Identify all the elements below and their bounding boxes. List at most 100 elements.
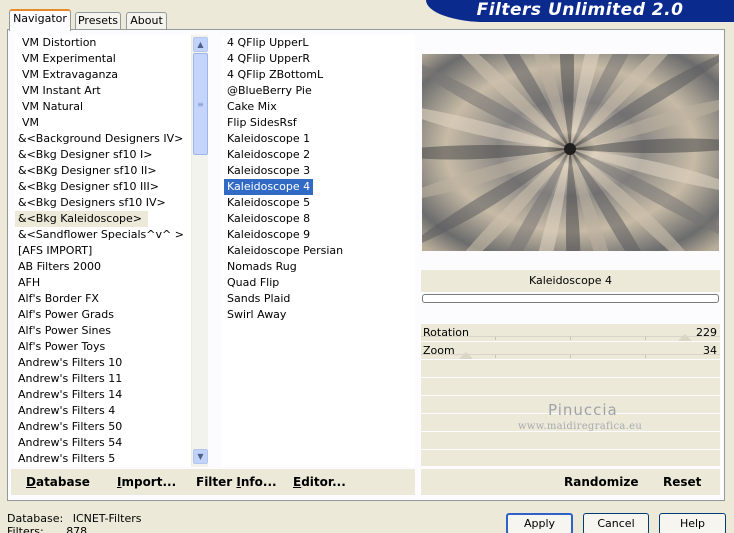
param-slot-empty — [421, 450, 720, 466]
category-item[interactable]: Alf's Power Toys — [15, 339, 191, 355]
filter-info-button[interactable]: Filter Info... — [196, 469, 277, 495]
category-item[interactable]: &<Bkg Designer sf10 I> — [15, 147, 191, 163]
category-item[interactable]: AFH — [15, 275, 191, 291]
filter-row: 4 QFlip UpperL — [224, 35, 415, 51]
category-item[interactable]: Andrew's Filters 11 — [15, 371, 191, 387]
category-row: &<Sandflower Specials^v^ > — [15, 227, 191, 243]
category-item[interactable]: &<Background Designers IV> — [15, 131, 191, 147]
filter-list[interactable]: 4 QFlip UpperL 4 QFlip UpperR 4 QFlip ZBot… — [222, 35, 415, 467]
category-item[interactable]: Andrew's Filters 10 — [15, 355, 191, 371]
tab-navigator[interactable]: Navigator — [9, 9, 71, 31]
category-row: &<Bkg Kaleidoscope> — [15, 211, 191, 227]
category-item[interactable]: Andrew's Filters 5 — [15, 451, 191, 467]
category-row: Alf's Power Toys — [15, 339, 191, 355]
filter-row: Kaleidoscope 3 — [224, 163, 415, 179]
filter-row: Swirl Away — [224, 307, 415, 323]
filter-item[interactable]: 4 QFlip UpperL — [224, 35, 415, 51]
scroll-thumb[interactable]: ≡ — [193, 53, 208, 155]
randomize-button[interactable]: Randomize — [564, 469, 638, 495]
category-item[interactable]: VM Extravaganza — [15, 67, 191, 83]
category-item[interactable]: VM Distortion — [15, 35, 191, 51]
category-item[interactable]: Andrew's Filters 54 — [15, 435, 191, 451]
category-item[interactable]: &<Bkg Designers sf10 IV> — [15, 195, 191, 211]
filter-item[interactable]: Nomads Rug — [224, 259, 415, 275]
category-row: &<Bkg Designer sf10 I> — [15, 147, 191, 163]
category-item[interactable]: &<Bkg Kaleidoscope> — [15, 211, 149, 227]
category-item[interactable]: Andrew's Filters 50 — [15, 419, 191, 435]
filter-items: 4 QFlip UpperL 4 QFlip UpperR 4 QFlip ZBot… — [222, 35, 415, 323]
category-item[interactable]: VM Experimental — [15, 51, 191, 67]
rotation-value: 229 — [696, 326, 717, 339]
app-title-banner: Filters Unlimited 2.0 — [426, 0, 734, 22]
category-scrollbar[interactable]: ▲ ≡ ▼ — [191, 35, 208, 467]
database-mnemonic: D — [26, 475, 36, 489]
category-row: AB Filters 2000 — [15, 259, 191, 275]
filter-item[interactable]: Quad Flip — [224, 275, 415, 291]
help-button[interactable]: Help — [659, 513, 726, 533]
category-item[interactable]: AB Filters 2000 — [15, 259, 191, 275]
category-item[interactable]: VM Natural — [15, 99, 191, 115]
category-item[interactable]: Andrew's Filters 4 — [15, 403, 191, 419]
category-item[interactable]: Alf's Power Sines — [15, 323, 191, 339]
import-button[interactable]: Import... — [117, 469, 176, 495]
filter-item[interactable]: Kaleidoscope 4 — [224, 179, 314, 195]
tick — [645, 337, 646, 340]
param-zoom[interactable]: Zoom 34 — [421, 342, 720, 359]
filter-item[interactable]: Kaleidoscope 8 — [224, 211, 415, 227]
filter-item[interactable]: Flip SidesRsf — [224, 115, 415, 131]
category-list[interactable]: VM Distortion VM Experimental VM Extravaga… — [15, 35, 191, 467]
category-row: VM Natural — [15, 99, 191, 115]
filter-item[interactable]: @BlueBerry Pie — [224, 83, 415, 99]
list-toolbar: Database Import... Filter Info... Editor… — [11, 469, 415, 495]
scroll-up-button[interactable]: ▲ — [193, 37, 208, 52]
filter-item[interactable]: Sands Plaid — [224, 291, 415, 307]
category-row: &<Bkg Designer sf10 III> — [15, 179, 191, 195]
filter-item[interactable]: Kaleidoscope 5 — [224, 195, 415, 211]
rotation-slider-thumb[interactable] — [678, 334, 692, 341]
category-row: Alf's Power Sines — [15, 323, 191, 339]
category-row: Andrew's Filters 14 — [15, 387, 191, 403]
filter-item[interactable]: Kaleidoscope 9 — [224, 227, 415, 243]
filters-status-value: 878 — [66, 525, 88, 533]
reset-button[interactable]: Reset — [663, 469, 701, 495]
scroll-down-button[interactable]: ▼ — [193, 449, 208, 464]
cancel-button[interactable]: Cancel — [583, 513, 649, 533]
import-label: mport... — [121, 475, 177, 489]
filter-item[interactable]: 4 QFlip ZBottomL — [224, 67, 415, 83]
category-row: &<BKg Designer sf10 II> — [15, 163, 191, 179]
filter-item[interactable]: 4 QFlip UpperR — [224, 51, 415, 67]
category-item[interactable]: VM Instant Art — [15, 83, 191, 99]
filter-item[interactable]: Kaleidoscope Persian — [224, 243, 415, 259]
category-row: Andrew's Filters 10 — [15, 355, 191, 371]
watermark-url: www.maidiregrafica.eu — [518, 421, 643, 432]
tick — [570, 337, 571, 340]
category-row: Andrew's Filters 54 — [15, 435, 191, 451]
category-item[interactable]: &<Sandflower Specials^v^ > — [15, 227, 191, 243]
category-item[interactable]: Alf's Power Grads — [15, 307, 191, 323]
chevron-up-icon: ▲ — [197, 40, 204, 49]
zoom-slider-thumb[interactable] — [459, 352, 473, 359]
tab-presets[interactable]: Presets — [75, 12, 121, 30]
category-item[interactable]: &<Bkg Designer sf10 III> — [15, 179, 191, 195]
category-item[interactable]: Andrew's Filters 14 — [15, 387, 191, 403]
filter-item[interactable]: Cake Mix — [224, 99, 415, 115]
filter-item[interactable]: Kaleidoscope 1 — [224, 131, 415, 147]
category-row: VM Instant Art — [15, 83, 191, 99]
filter-item[interactable]: Swirl Away — [224, 307, 415, 323]
apply-button[interactable]: Apply — [506, 513, 573, 533]
status-filters: Filters: 878 — [7, 525, 87, 533]
database-button[interactable]: Database — [26, 469, 90, 495]
editor-button[interactable]: Editor... — [293, 469, 346, 495]
filter-row: Flip SidesRsf — [224, 115, 415, 131]
category-item[interactable]: [AFS IMPORT] — [15, 243, 191, 259]
param-rotation[interactable]: Rotation 229 — [421, 324, 720, 341]
category-item[interactable]: &<BKg Designer sf10 II> — [15, 163, 191, 179]
filter-row: Nomads Rug — [224, 259, 415, 275]
filter-row: Kaleidoscope 9 — [224, 227, 415, 243]
filter-item[interactable]: Kaleidoscope 2 — [224, 147, 415, 163]
params-toolbar: Randomize Reset — [421, 469, 720, 495]
tab-about[interactable]: About — [126, 12, 167, 30]
category-item[interactable]: Alf's Border FX — [15, 291, 191, 307]
category-item[interactable]: VM — [15, 115, 191, 131]
filter-item[interactable]: Kaleidoscope 3 — [224, 163, 415, 179]
